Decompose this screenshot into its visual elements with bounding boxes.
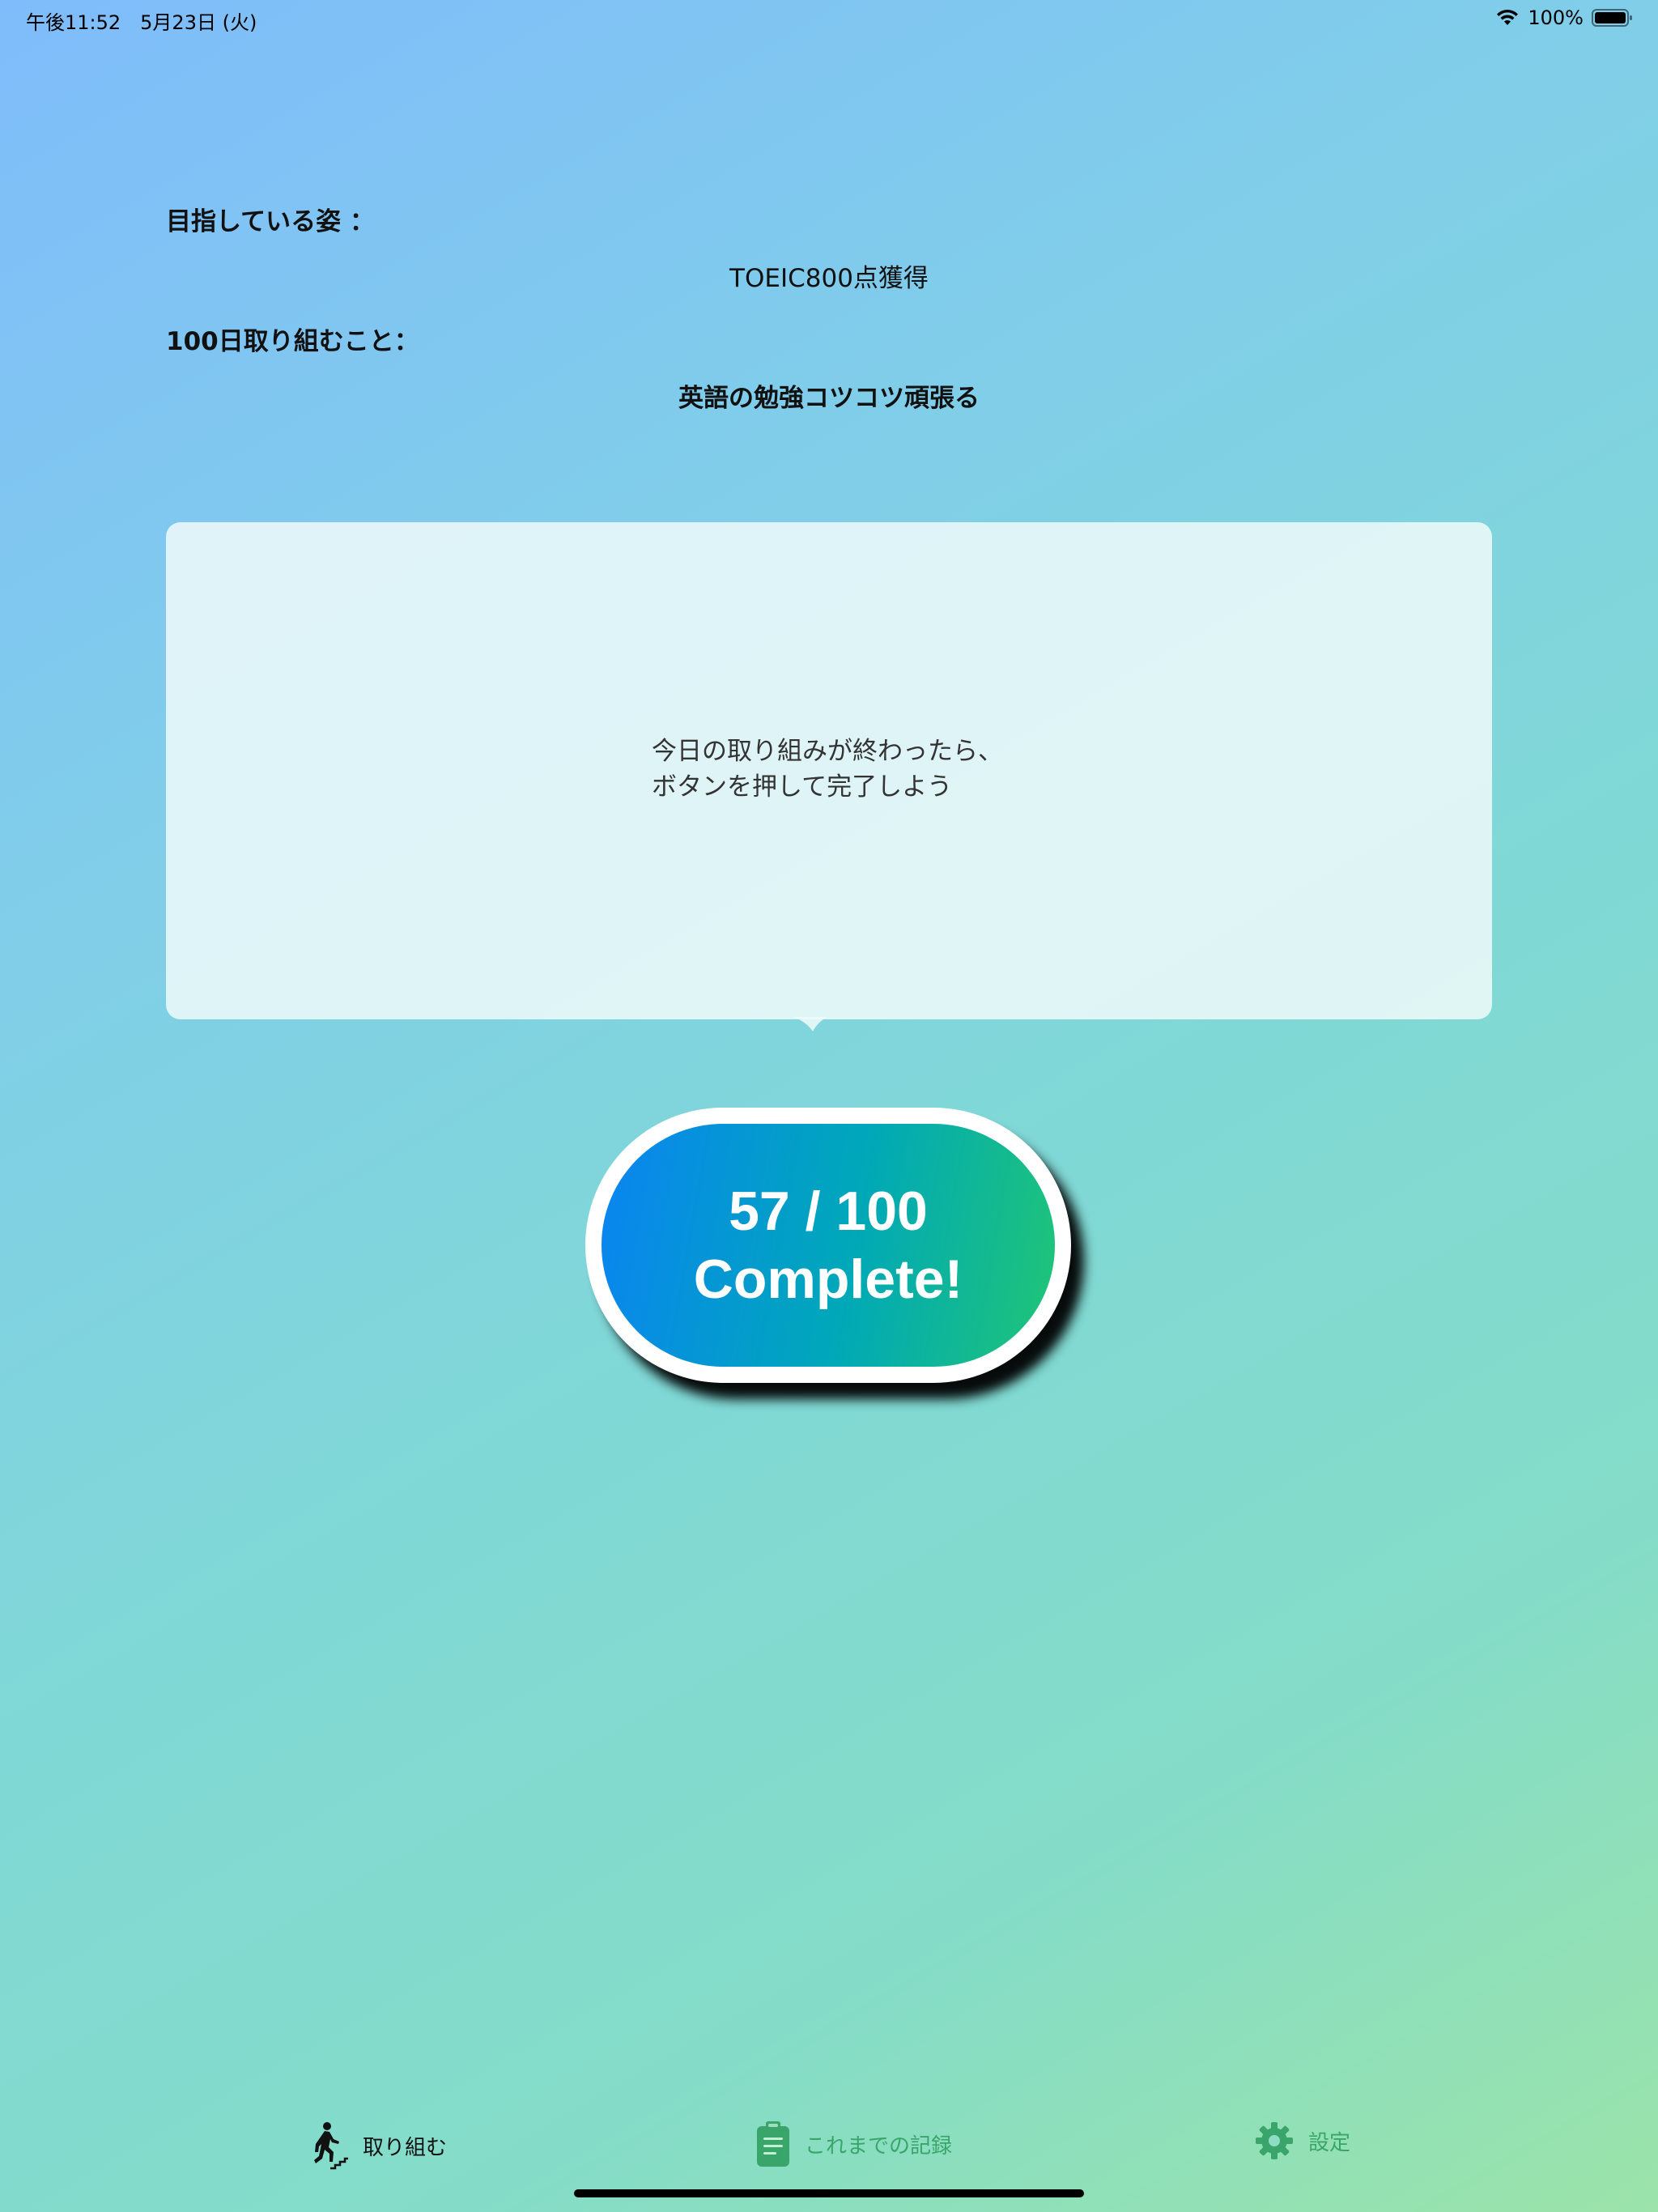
progress-count: 57 / 100 [729,1180,928,1242]
home-indicator[interactable] [574,2189,1084,2197]
tab-settings[interactable]: 設定 [1255,2121,1350,2160]
complete-button[interactable]: 57 / 100 Complete! [585,1108,1071,1383]
commitment-value: 英語の勉強コツコツ頑張る [678,384,980,413]
bubble-message-line-2: ボタンを押して完了しよう [652,772,953,802]
bubble-message: 今日の取り組みが終わったら、 ボタンを押して完了しよう [652,734,1003,805]
goal-value: TOEIC800点獲得 [729,264,929,293]
clipboard-icon [756,2121,790,2167]
wifi-icon [1495,9,1520,27]
status-indicators: 100% [1495,6,1634,29]
bubble-message-line-1: 今日の取り組みが終わったら、 [652,737,1003,766]
tab-settings-label: 設定 [1308,2130,1351,2155]
speech-bubble-tail [793,1017,827,1032]
tab-history-label: これまでの記録 [805,2133,953,2159]
person-climbing-stairs-icon [311,2121,348,2170]
tab-history[interactable]: これまでの記録 [756,2121,952,2167]
gear-icon [1255,2121,1294,2160]
complete-label: Complete! [693,1249,963,1310]
complete-button-face[interactable]: 57 / 100 Complete! [602,1124,1055,1367]
goal-label: 目指している姿 ： [166,207,375,236]
tab-tasks[interactable]: 取り組む [311,2121,447,2170]
status-bar: 午後11:52 5月23日 (火) 100% [0,0,1658,39]
battery-icon [1592,8,1634,28]
battery-percent: 100% [1528,6,1584,29]
commitment-label: 100日取り組むこと： [166,327,419,356]
tab-tasks-label: 取り組む [363,2135,448,2160]
status-time: 午後11:52 5月23日 (火) [26,11,257,34]
tab-bar: 取り組む これまでの記録 設定 [0,2105,1658,2194]
